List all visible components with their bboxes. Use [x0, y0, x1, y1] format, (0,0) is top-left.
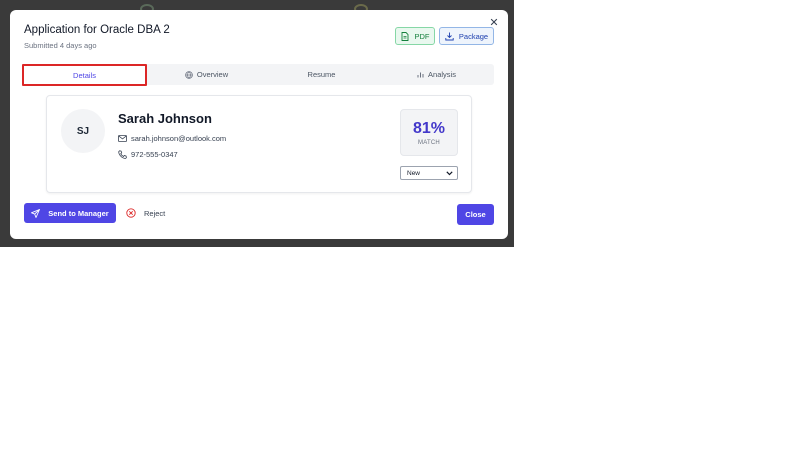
reject-button[interactable]: Reject: [126, 206, 165, 220]
tab-label: Overview: [196, 70, 229, 79]
close-button[interactable]: Close: [457, 204, 494, 225]
candidate-phone-row[interactable]: 972-555-0347: [118, 150, 178, 159]
candidate-email-row[interactable]: sarah.johnson@outlook.com: [118, 134, 226, 143]
send-icon: [31, 208, 41, 218]
candidate-email: sarah.johnson@outlook.com: [131, 134, 227, 143]
status-select[interactable]: New: [400, 166, 458, 180]
tab-overview[interactable]: Overview: [149, 64, 264, 85]
candidate-name: Sarah Johnson: [118, 111, 212, 126]
mail-icon: [118, 135, 127, 142]
tab-analysis[interactable]: Analysis: [379, 64, 494, 85]
match-label: MATCH: [418, 140, 440, 146]
match-percent: 81%: [412, 120, 446, 137]
pdf-label: PDF: [414, 31, 430, 41]
package-label: Package: [458, 31, 489, 41]
avatar-initials: SJ: [76, 125, 90, 137]
document-icon: [401, 31, 409, 41]
modal-subtitle: Submitted 4 days ago: [24, 41, 97, 50]
x-circle-icon: [126, 208, 136, 218]
tab-details[interactable]: Details: [22, 64, 147, 86]
candidate-phone: 972-555-0347: [131, 150, 178, 159]
send-label: Send to Manager: [48, 208, 109, 218]
candidate-card: SJ Sarah Johnson sarah.johnson@outlook.c…: [46, 95, 472, 193]
tab-bar: Details Overview Resume Analysis: [22, 64, 494, 86]
chevron-down-icon: [446, 170, 453, 176]
application-modal: Application for Oracle DBA 2 Submitted 4…: [10, 10, 508, 239]
tab-resume[interactable]: Resume: [264, 64, 379, 85]
status-value: New: [407, 169, 421, 177]
tab-label: Details: [73, 70, 96, 80]
close-label: Close: [465, 210, 486, 219]
tab-label: Analysis: [428, 70, 456, 79]
tab-label: Resume: [307, 70, 336, 79]
download-icon: [445, 32, 454, 41]
send-to-manager-button[interactable]: Send to Manager: [24, 203, 116, 223]
avatar: SJ: [61, 109, 105, 153]
reject-label: Reject: [144, 208, 166, 218]
phone-icon: [118, 150, 127, 159]
modal-title: Application for Oracle DBA 2: [24, 24, 170, 36]
bar-chart-icon: [417, 71, 424, 78]
globe-icon: [185, 70, 193, 79]
match-score: 81% MATCH: [400, 109, 458, 156]
pdf-button[interactable]: PDF: [395, 27, 435, 45]
package-button[interactable]: Package: [439, 27, 494, 45]
